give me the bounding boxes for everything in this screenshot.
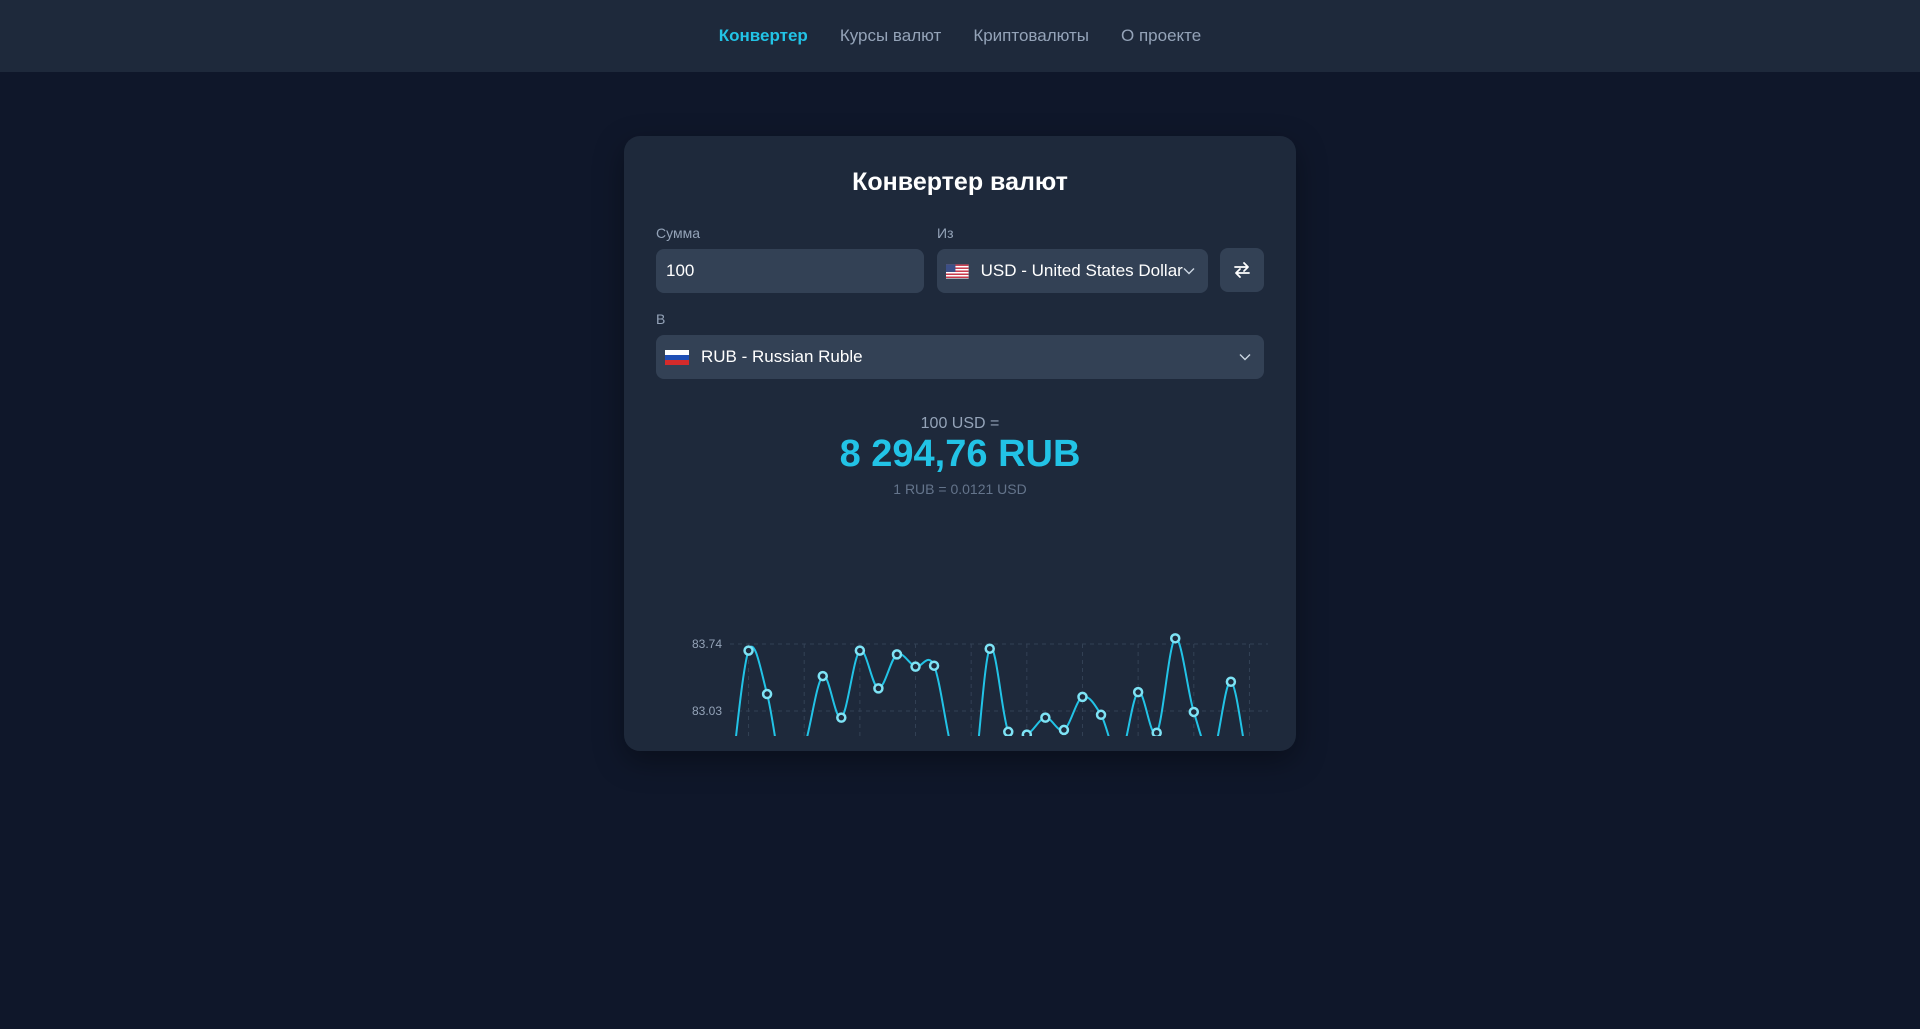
- data-point[interactable]: [1003, 726, 1014, 736]
- to-currency-select[interactable]: RUB - Russian Ruble: [656, 335, 1264, 379]
- nav-exchange-rates[interactable]: Курсы валют: [840, 26, 942, 46]
- y-tick-label: 83.74: [692, 637, 722, 651]
- amount-label: Сумма: [656, 225, 700, 241]
- from-currency-value: USD - United States Dollar: [980, 261, 1183, 280]
- rate-history-chart: 83.7483.0382.5882.13Aug 21Aug 24Aug 27Au…: [692, 633, 1268, 736]
- to-currency-value: RUB - Russian Ruble: [701, 347, 863, 366]
- nav-about[interactable]: О проекте: [1121, 26, 1201, 46]
- top-navigation: Конвертер Курсы валют Криптовалюты О про…: [0, 0, 1920, 72]
- data-point[interactable]: [910, 661, 921, 672]
- ru-flag-icon: [665, 349, 689, 365]
- us-flag-icon: [946, 263, 969, 279]
- data-point[interactable]: [928, 660, 940, 671]
- page-title: Конвертер валют: [852, 168, 1068, 196]
- nav-converter[interactable]: Конвертер: [719, 26, 808, 46]
- data-point[interactable]: [761, 688, 773, 700]
- data-point[interactable]: [1169, 633, 1181, 644]
- y-tick-label: 83.03: [692, 704, 722, 718]
- series-line: [735, 637, 1244, 736]
- data-point[interactable]: [891, 649, 903, 660]
- swap-currencies-button[interactable]: [1220, 248, 1264, 292]
- nav-crypto[interactable]: Криптовалюты: [973, 26, 1089, 46]
- chevron-down-icon: [1183, 264, 1196, 278]
- data-point[interactable]: [1095, 709, 1107, 721]
- from-currency-select[interactable]: USD - United States Dollar: [937, 249, 1208, 293]
- data-point[interactable]: [817, 670, 829, 682]
- from-label: Из: [937, 225, 954, 241]
- data-point[interactable]: [836, 712, 847, 723]
- data-point[interactable]: [1040, 712, 1051, 723]
- data-point[interactable]: [984, 643, 995, 654]
- conversion-result: 8 294,76 RUB: [839, 433, 1081, 475]
- chevron-down-icon: [1238, 350, 1252, 364]
- swap-arrows-icon: [1234, 262, 1250, 278]
- data-point[interactable]: [1021, 729, 1033, 736]
- converter-card: Конвертер валют Сумма Из USD - United St…: [624, 136, 1296, 751]
- data-point[interactable]: [873, 683, 884, 694]
- data-point[interactable]: [1151, 727, 1162, 736]
- data-point[interactable]: [1058, 724, 1070, 736]
- amount-field-wrapper: [656, 249, 924, 293]
- data-point[interactable]: [1225, 676, 1237, 688]
- data-point[interactable]: [854, 645, 866, 656]
- amount-input[interactable]: [656, 261, 924, 281]
- result-prefix: 100 USD =: [920, 415, 1000, 432]
- data-point[interactable]: [1188, 706, 1200, 718]
- to-label: В: [656, 311, 666, 327]
- data-point[interactable]: [1132, 686, 1144, 698]
- data-point[interactable]: [743, 645, 754, 656]
- data-point[interactable]: [1077, 691, 1088, 703]
- inverse-rate: 1 RUB = 0.0121 USD: [893, 481, 1027, 497]
